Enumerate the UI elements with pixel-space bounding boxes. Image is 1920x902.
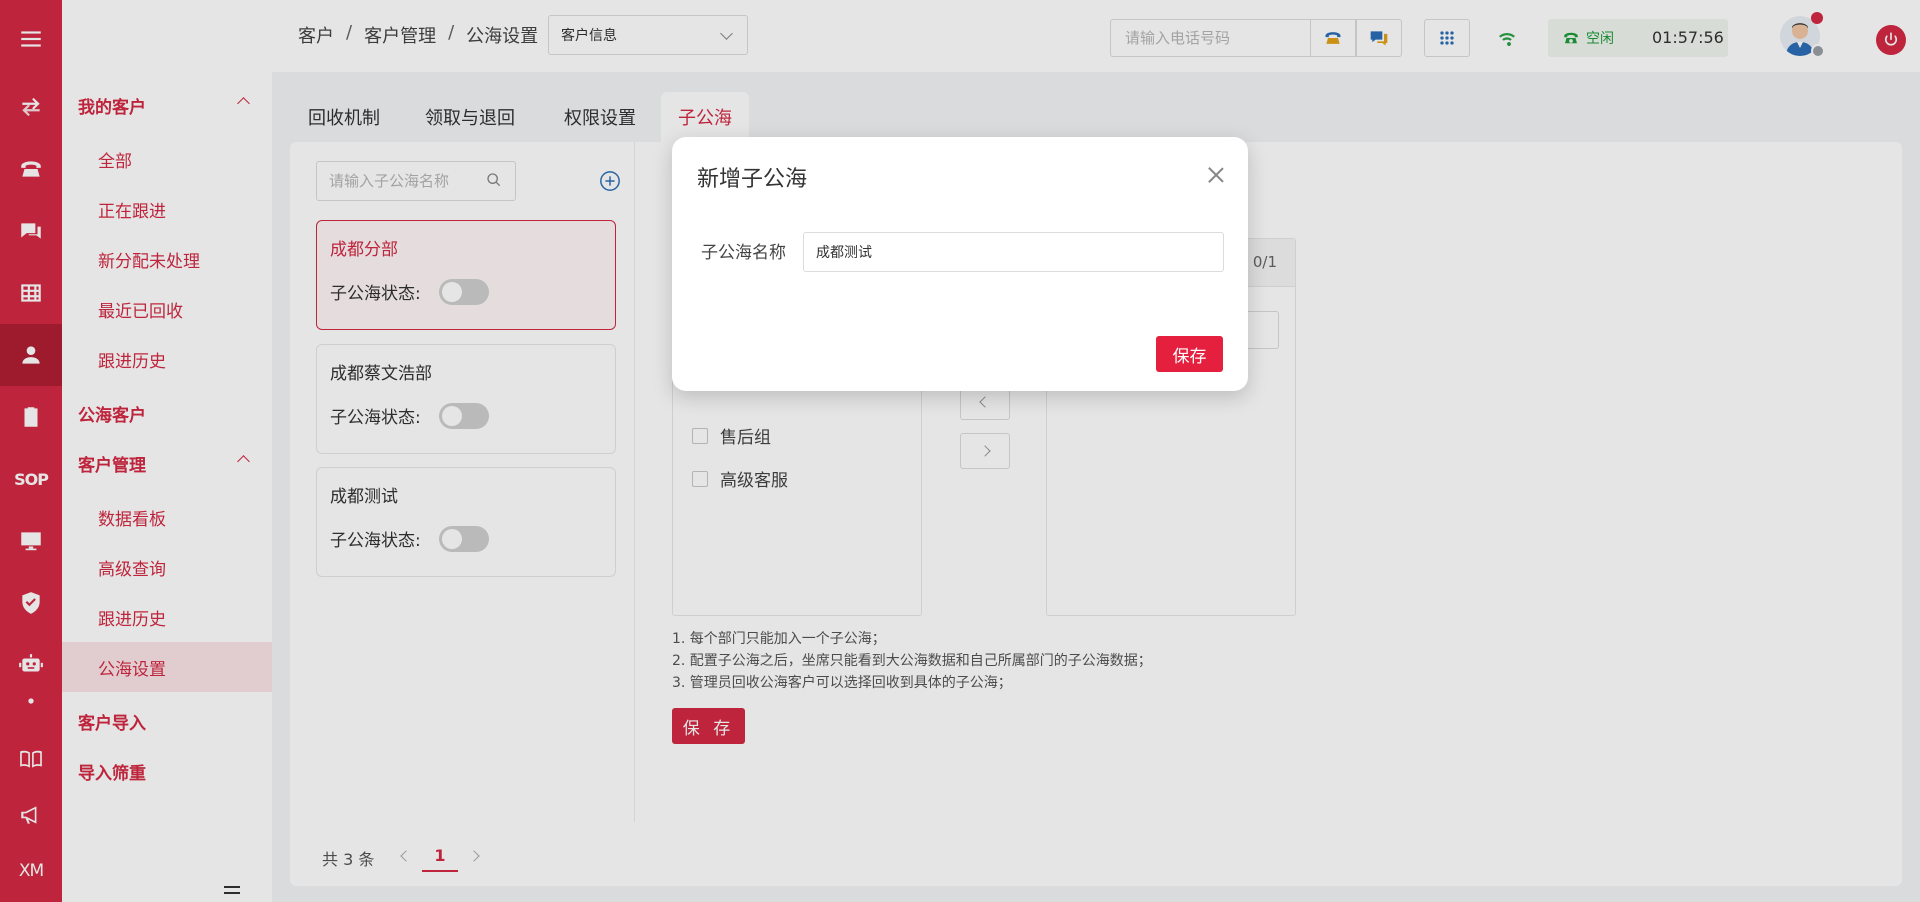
modal-save-button[interactable]: 保存: [1156, 336, 1223, 372]
add-sub-sea-modal: 新增子公海 子公海名称 保存: [672, 137, 1248, 391]
close-icon[interactable]: [1208, 167, 1224, 183]
modal-title: 新增子公海: [697, 167, 808, 192]
sub-sea-name-input[interactable]: [803, 232, 1224, 272]
sub-sea-name-label: 子公海名称: [701, 243, 786, 263]
modal-overlay[interactable]: [0, 0, 1920, 902]
